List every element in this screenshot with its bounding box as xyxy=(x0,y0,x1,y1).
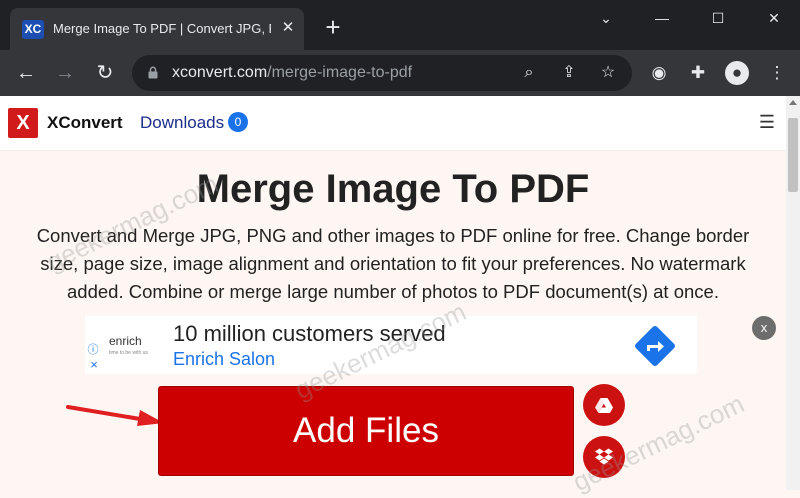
directions-arrow-icon[interactable] xyxy=(633,324,677,368)
add-files-button[interactable]: Add Files xyxy=(158,386,574,476)
page-title: Merge Image To PDF xyxy=(196,167,590,211)
tab-search-icon[interactable]: ⌄ xyxy=(580,0,632,36)
google-drive-button[interactable] xyxy=(583,384,625,426)
tab-title: Merge Image To PDF | Convert JPG, PNG xyxy=(53,21,271,36)
downloads-count-badge: 0 xyxy=(228,112,248,132)
more-menu-icon[interactable]: ⋮ xyxy=(765,61,789,85)
address-bar[interactable]: xconvert.com/merge-image-to-pdf ⌕ ⇪ ☆ xyxy=(132,55,632,91)
scrollbar-thumb[interactable] xyxy=(788,118,798,192)
red-arrow-annotation-icon xyxy=(66,405,164,426)
lock-icon xyxy=(148,66,158,79)
extension-icon[interactable]: ◉ xyxy=(647,61,671,85)
scroll-up-arrow-icon[interactable] xyxy=(789,100,797,105)
ad-subtitle[interactable]: Enrich Salon xyxy=(173,349,275,370)
site-header: X XConvert Downloads 0 ☰ xyxy=(0,96,786,151)
browser-tab-active[interactable]: XC Merge Image To PDF | Convert JPG, PNG… xyxy=(10,8,304,50)
url-path: /merge-image-to-pdf xyxy=(267,64,413,81)
xconvert-logo-icon[interactable]: X xyxy=(8,108,38,138)
page-scrollbar[interactable] xyxy=(786,96,800,490)
tab-close-icon[interactable]: ✕ xyxy=(278,18,298,38)
url-domain: xconvert.com xyxy=(172,64,268,81)
site-logo-text[interactable]: XConvert xyxy=(47,113,123,133)
browser-tab-strip: XC Merge Image To PDF | Convert JPG, PNG… xyxy=(0,0,800,50)
minimize-button[interactable]: — xyxy=(636,0,688,36)
close-window-button[interactable]: ✕ xyxy=(748,0,800,36)
ad-logo: enrich xyxy=(109,334,142,348)
share-icon[interactable]: ⇪ xyxy=(559,63,579,83)
new-tab-button[interactable]: + xyxy=(320,14,346,40)
url-text: xconvert.com/merge-image-to-pdf xyxy=(172,64,412,82)
forward-arrow-icon[interactable]: → xyxy=(53,61,77,85)
close-ad-button[interactable]: x xyxy=(752,316,776,340)
browser-toolbar: ← → ↻ xconvert.com/merge-image-to-pdf ⌕ … xyxy=(0,50,800,96)
bookmark-star-icon[interactable]: ☆ xyxy=(598,63,618,83)
google-drive-icon xyxy=(595,398,613,413)
back-arrow-icon[interactable]: ← xyxy=(14,61,38,85)
downloads-link[interactable]: Downloads xyxy=(140,113,224,133)
profile-avatar-icon[interactable]: ● xyxy=(725,61,749,85)
ad-close-icon[interactable]: × xyxy=(88,358,100,371)
hamburger-menu-icon[interactable]: ☰ xyxy=(758,112,776,132)
reload-icon[interactable]: ↻ xyxy=(93,61,117,85)
ad-info-icon[interactable]: ⓘ xyxy=(87,344,99,356)
ad-logo-tagline: time to be with us xyxy=(109,350,148,356)
favicon-icon: XC xyxy=(22,20,44,39)
puzzle-extensions-icon[interactable]: ✚ xyxy=(686,61,710,85)
zoom-icon[interactable]: ⌕ xyxy=(519,63,539,83)
maximize-button[interactable]: ☐ xyxy=(692,0,744,36)
